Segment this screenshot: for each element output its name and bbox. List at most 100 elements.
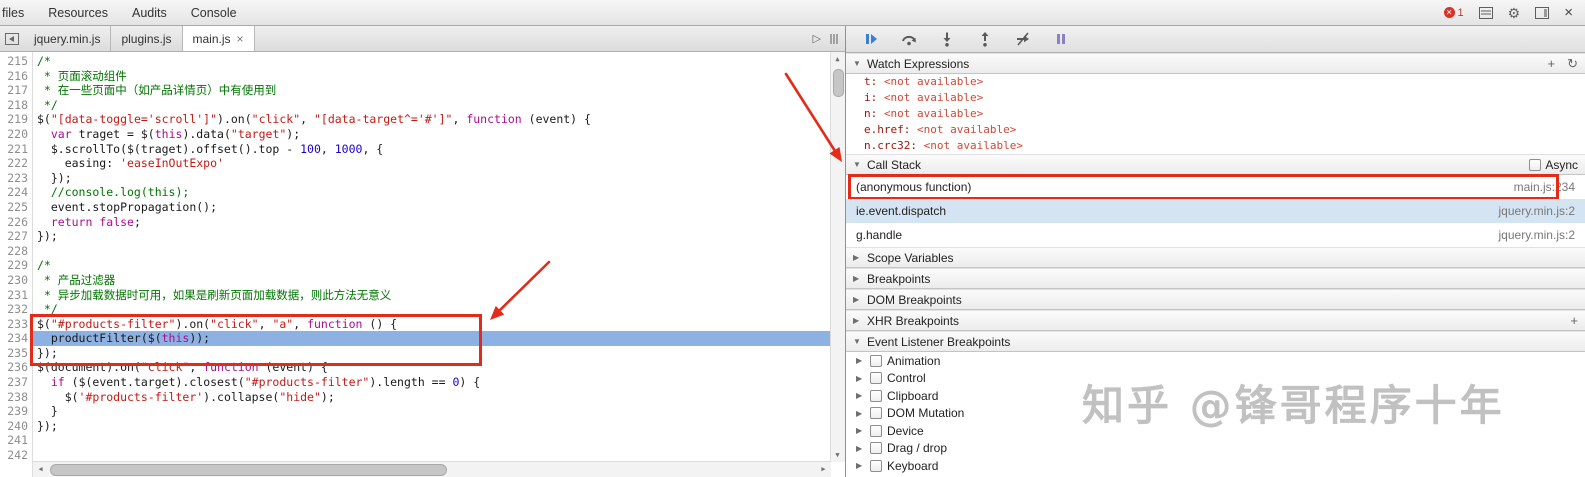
chevron-right-icon: ▶ <box>853 295 860 304</box>
line-number[interactable]: 226 <box>0 215 32 230</box>
overflow-tabs-icon[interactable]: ▷ <box>813 32 821 45</box>
line-number[interactable]: 235 <box>0 346 32 361</box>
line-number[interactable]: 228 <box>0 244 32 259</box>
close-icon[interactable]: × <box>1564 5 1573 20</box>
line-number[interactable]: 230 <box>0 273 32 288</box>
line-number[interactable]: 221 <box>0 142 32 157</box>
line-number[interactable]: 222 <box>0 156 32 171</box>
watch-expression[interactable]: e.href: <not available> <box>846 122 1585 138</box>
settings-gear-icon[interactable]: ⚙ <box>1508 6 1521 20</box>
watch-expression[interactable]: i: <not available> <box>846 90 1585 106</box>
line-number[interactable]: 232 <box>0 302 32 317</box>
scroll-down-icon[interactable]: ▼ <box>831 448 844 462</box>
scroll-right-icon[interactable]: ▶ <box>816 462 831 476</box>
deactivate-breakpoints-button[interactable] <box>1014 31 1032 47</box>
resume-button[interactable] <box>862 31 880 47</box>
line-number[interactable]: 236 <box>0 360 32 375</box>
editor-splitter-icon[interactable] <box>829 33 839 45</box>
watch-items: t: <not available> i: <not available> n: <… <box>846 74 1585 154</box>
line-number[interactable]: 215 <box>0 54 32 69</box>
dock-side-icon[interactable] <box>1535 6 1550 19</box>
line-number[interactable]: 227 <box>0 229 32 244</box>
line-number[interactable]: 238 <box>0 390 32 405</box>
step-into-button[interactable] <box>938 31 956 47</box>
horizontal-scroll-thumb[interactable] <box>50 464 447 476</box>
line-number[interactable]: 233 <box>0 317 32 332</box>
event-breakpoint-checkbox[interactable] <box>870 407 882 420</box>
line-number[interactable]: 231 <box>0 288 32 303</box>
line-number[interactable]: 240 <box>0 419 32 434</box>
call-stack-frame[interactable]: ie.event.dispatch jquery.min.js:2 <box>846 199 1585 223</box>
event-breakpoint-drag-drop[interactable]: ▶ Drag / drop <box>846 440 1585 458</box>
line-number[interactable]: 219 <box>0 112 32 127</box>
line-number[interactable]: 229 <box>0 258 32 273</box>
editor-vertical-scrollbar[interactable]: ▲ ▼ <box>830 52 845 462</box>
error-count-badge[interactable]: ✕ 1 <box>1443 7 1464 19</box>
line-number[interactable]: 216 <box>0 69 32 84</box>
event-breakpoint-control[interactable]: ▶ Control <box>846 370 1585 388</box>
section-xhr-breakpoints[interactable]: ▶ XHR Breakpoints + <box>846 310 1585 331</box>
scroll-left-icon[interactable]: ◀ <box>33 462 48 476</box>
code-line: }); <box>37 170 72 185</box>
async-checkbox[interactable] <box>1529 158 1542 171</box>
call-stack-frame[interactable]: g.handle jquery.min.js:2 <box>846 223 1585 247</box>
refresh-watch-icon[interactable]: ↻ <box>1567 57 1578 70</box>
frame-function: g.handle <box>856 228 903 242</box>
file-tab-main-js[interactable]: main.js × <box>181 26 255 51</box>
section-watch-expressions[interactable]: ▼ Watch Expressions + ↻ <box>846 53 1585 74</box>
panel-tab-resources[interactable]: Resources <box>48 6 108 20</box>
code-line: }); <box>37 418 58 433</box>
section-scope-variables[interactable]: ▶ Scope Variables <box>846 247 1585 268</box>
file-tab-jquery-min-js[interactable]: jquery.min.js <box>24 26 112 51</box>
watch-expression[interactable]: n: <not available> <box>846 106 1585 122</box>
line-number[interactable]: 224 <box>0 185 32 200</box>
watch-expression[interactable]: t: <not available> <box>846 74 1585 90</box>
code-editor[interactable]: 215 216 217 218 219 220 221 222 223 224 225 226 227 2… <box>0 52 845 477</box>
pause-on-exceptions-button[interactable] <box>1052 31 1070 47</box>
event-breakpoint-checkbox[interactable] <box>870 442 882 455</box>
file-tab-plugins-js[interactable]: plugins.js <box>111 26 183 51</box>
editor-horizontal-scrollbar[interactable]: ◀ ▶ <box>33 461 831 477</box>
event-breakpoint-checkbox[interactable] <box>870 459 882 472</box>
section-call-stack[interactable]: ▼ Call Stack Async <box>846 154 1585 175</box>
console-drawer-icon[interactable] <box>1478 6 1493 19</box>
event-breakpoint-clipboard[interactable]: ▶ Clipboard <box>846 387 1585 405</box>
section-event-listener-breakpoints[interactable]: ▼ Event Listener Breakpoints <box>846 331 1585 352</box>
call-stack-frame[interactable]: (anonymous function) main.js:234 <box>846 174 1585 200</box>
event-breakpoint-checkbox[interactable] <box>870 389 882 402</box>
line-number[interactable]: 225 <box>0 200 32 215</box>
code-line: * 产品过滤器 <box>37 272 116 287</box>
event-breakpoint-keyboard[interactable]: ▶ Keyboard <box>846 457 1585 475</box>
line-number[interactable]: 223 <box>0 171 32 186</box>
event-breakpoint-dom-mutation[interactable]: ▶ DOM Mutation <box>846 405 1585 423</box>
line-number[interactable]: 242 <box>0 448 32 463</box>
code-line: * 异步加载数据时可用，如果是刷新页面加载数据，则此方法无意义 <box>37 287 392 302</box>
line-number[interactable]: 217 <box>0 83 32 98</box>
watch-expression[interactable]: n.crc32: <not available> <box>846 138 1585 154</box>
event-breakpoint-checkbox[interactable] <box>870 354 882 367</box>
event-breakpoint-checkbox[interactable] <box>870 372 882 385</box>
tab-close-icon[interactable]: × <box>237 32 244 46</box>
line-number[interactable]: 237 <box>0 375 32 390</box>
panel-tab-audits[interactable]: Audits <box>132 6 167 20</box>
event-breakpoint-checkbox[interactable] <box>870 424 882 437</box>
line-number[interactable]: 220 <box>0 127 32 142</box>
step-over-button[interactable] <box>900 31 918 47</box>
panel-tab-files[interactable]: files <box>2 6 24 20</box>
line-number[interactable]: 241 <box>0 433 32 448</box>
add-watch-icon[interactable]: + <box>1548 57 1556 70</box>
navigator-toggle-icon[interactable] <box>0 26 24 51</box>
event-breakpoint-device[interactable]: ▶ Device <box>846 422 1585 440</box>
panel-tab-console[interactable]: Console <box>191 6 237 20</box>
step-out-button[interactable] <box>976 31 994 47</box>
event-breakpoint-animation[interactable]: ▶ Animation <box>846 352 1585 370</box>
line-number[interactable]: 234 <box>0 331 32 346</box>
section-dom-breakpoints[interactable]: ▶ DOM Breakpoints <box>846 289 1585 310</box>
add-xhr-breakpoint-icon[interactable]: + <box>1570 314 1578 327</box>
scroll-up-icon[interactable]: ▲ <box>831 52 844 66</box>
vertical-scroll-thumb[interactable] <box>833 69 844 97</box>
section-breakpoints[interactable]: ▶ Breakpoints <box>846 268 1585 289</box>
code-line: }); <box>37 229 58 244</box>
line-number[interactable]: 239 <box>0 404 32 419</box>
line-number[interactable]: 218 <box>0 98 32 113</box>
